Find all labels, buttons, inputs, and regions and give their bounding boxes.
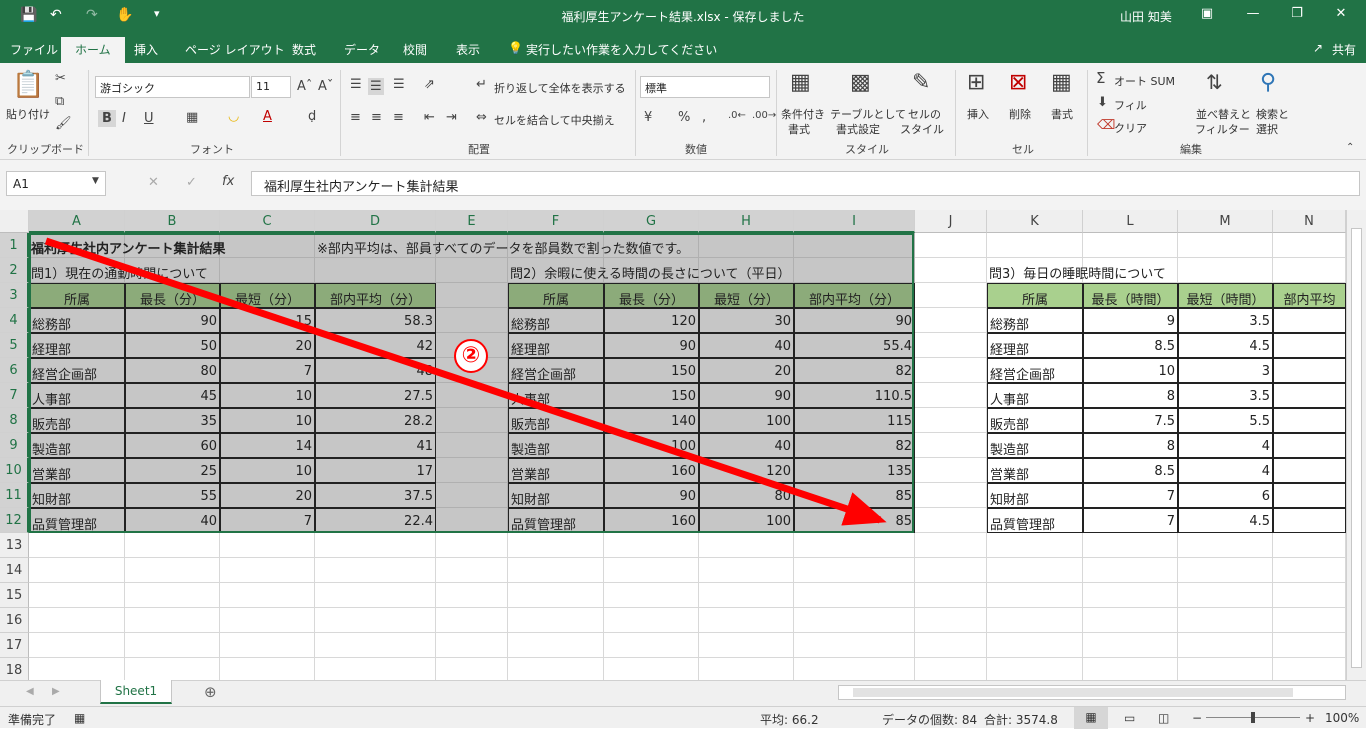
add-sheet-icon[interactable]: ⊕ — [204, 685, 217, 700]
status-bar: 準備完了 ▦ 平均: 66.2 データの個数: 84 合計: 3574.8 ▦ … — [0, 706, 1366, 729]
status-count: データの個数: 84 — [882, 713, 978, 727]
step-badge: ② — [454, 339, 488, 373]
next-sheet-icon[interactable]: ▶ — [52, 687, 60, 697]
sheet-tab-bar: ◀ ▶ Sheet1 ⊕ — [0, 680, 1366, 706]
vertical-scrollbar[interactable] — [1346, 210, 1366, 680]
zoom-level[interactable]: 100% — [1325, 711, 1359, 725]
normal-view-icon[interactable]: ▦ — [1074, 707, 1108, 729]
horizontal-scroll-thumb[interactable] — [853, 688, 1293, 697]
page-break-view-icon[interactable]: ◫ — [1158, 711, 1169, 725]
status-average: 平均: 66.2 — [760, 713, 819, 727]
prev-sheet-icon[interactable]: ◀ — [26, 687, 34, 697]
macro-record-icon[interactable]: ▦ — [74, 711, 85, 725]
horizontal-scrollbar[interactable] — [838, 685, 1346, 700]
ready-status: 準備完了 — [8, 713, 57, 727]
annotation-arrow — [44, 237, 887, 526]
status-sum: 合計: 3574.8 — [984, 713, 1058, 727]
vertical-scroll-thumb[interactable] — [1351, 228, 1362, 668]
zoom-in-icon[interactable]: + — [1305, 711, 1315, 725]
zoom-slider-thumb[interactable] — [1251, 712, 1255, 723]
zoom-out-icon[interactable]: − — [1192, 711, 1202, 725]
page-layout-view-icon[interactable]: ▭ — [1124, 711, 1135, 725]
sheet-tab-sheet1[interactable]: Sheet1 — [100, 680, 172, 704]
